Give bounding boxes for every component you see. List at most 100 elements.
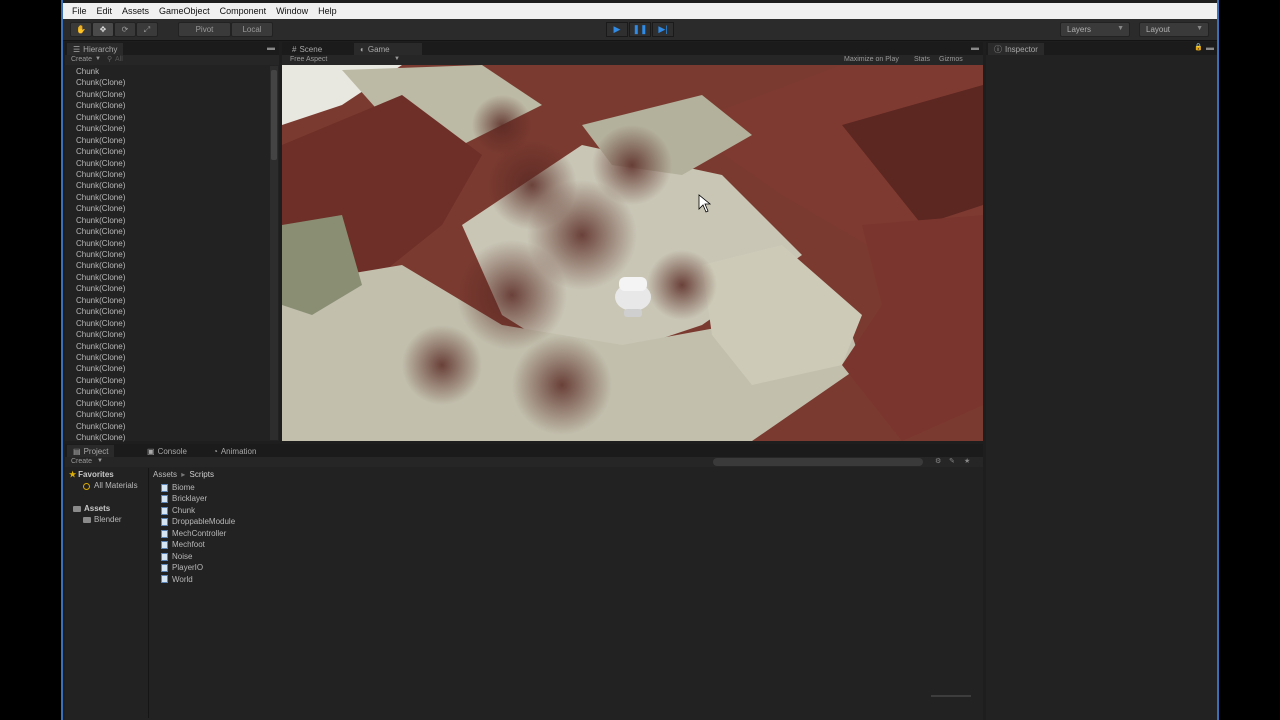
hand-tool-button[interactable]: ✋ bbox=[70, 22, 92, 37]
game-viewport[interactable] bbox=[282, 65, 983, 441]
filter-icon[interactable]: ⚙ bbox=[935, 457, 941, 465]
hierarchy-item[interactable]: Chunk(Clone) bbox=[65, 375, 270, 386]
hierarchy-item[interactable]: Chunk(Clone) bbox=[65, 169, 270, 180]
tab-game[interactable]: ◐ Game bbox=[354, 43, 422, 55]
script-file-item[interactable]: Bricklayer bbox=[161, 493, 235, 504]
star-icon[interactable]: ★ bbox=[964, 457, 970, 465]
asset-folder-label: Blender bbox=[94, 515, 122, 525]
hierarchy-item[interactable]: Chunk(Clone) bbox=[65, 192, 270, 203]
hierarchy-item[interactable]: Chunk(Clone) bbox=[65, 146, 270, 157]
label-icon[interactable]: ✎ bbox=[949, 457, 955, 465]
hierarchy-scrollbar[interactable] bbox=[270, 66, 278, 440]
favorites-header[interactable]: ★ Favorites bbox=[69, 469, 149, 480]
hierarchy-icon: ☰ bbox=[73, 44, 81, 54]
hierarchy-item[interactable]: Chunk(Clone) bbox=[65, 283, 270, 294]
favorite-item[interactable]: All Materials bbox=[69, 480, 149, 491]
lock-icon[interactable]: 🔒 bbox=[1194, 43, 1203, 51]
scrollbar-thumb[interactable] bbox=[271, 70, 277, 160]
hierarchy-item[interactable]: Chunk(Clone) bbox=[65, 295, 270, 306]
gizmos-toggle[interactable]: Gizmos bbox=[939, 56, 963, 63]
hierarchy-item[interactable]: Chunk(Clone) bbox=[65, 352, 270, 363]
script-file-item[interactable]: Noise bbox=[161, 551, 235, 562]
menu-window[interactable]: Window bbox=[271, 6, 313, 16]
hierarchy-item[interactable]: Chunk(Clone) bbox=[65, 226, 270, 237]
tab-scene[interactable]: # Scene bbox=[286, 43, 328, 55]
pivot-toggle[interactable]: Pivot bbox=[178, 22, 231, 37]
hierarchy-item[interactable]: Chunk(Clone) bbox=[65, 77, 270, 88]
hierarchy-item[interactable]: Chunk(Clone) bbox=[65, 135, 270, 146]
menu-edit[interactable]: Edit bbox=[92, 6, 118, 16]
script-file-item[interactable]: DroppableModule bbox=[161, 516, 235, 527]
hierarchy-item[interactable]: Chunk(Clone) bbox=[65, 409, 270, 420]
script-file-item[interactable]: MechController bbox=[161, 528, 235, 539]
asset-folder-item[interactable]: Blender bbox=[69, 514, 149, 525]
hierarchy-item[interactable]: Chunk(Clone) bbox=[65, 249, 270, 260]
icon-size-slider[interactable] bbox=[931, 695, 971, 697]
hierarchy-item[interactable]: Chunk(Clone) bbox=[65, 112, 270, 123]
menu-assets[interactable]: Assets bbox=[117, 6, 154, 16]
chevron-down-icon: ▼ bbox=[97, 458, 103, 464]
hierarchy-item[interactable]: Chunk(Clone) bbox=[65, 432, 270, 443]
hierarchy-item[interactable]: Chunk(Clone) bbox=[65, 318, 270, 329]
pause-icon: ❚❚ bbox=[632, 24, 648, 34]
script-file-item[interactable]: PlayerIO bbox=[161, 562, 235, 573]
hierarchy-item[interactable]: Chunk(Clone) bbox=[65, 215, 270, 226]
hierarchy-item[interactable]: Chunk(Clone) bbox=[65, 363, 270, 374]
rotate-tool-button[interactable]: ⟳ bbox=[114, 22, 136, 37]
breadcrumb-assets[interactable]: Assets bbox=[153, 470, 177, 479]
hierarchy-create-button[interactable]: Create bbox=[71, 56, 92, 63]
layers-label: Layers bbox=[1067, 25, 1092, 34]
tab-inspector[interactable]: ⓘ Inspector bbox=[988, 43, 1044, 55]
step-button[interactable]: ▶| bbox=[652, 22, 674, 37]
scale-tool-button[interactable]: ⤢ bbox=[136, 22, 158, 37]
script-file-item[interactable]: Chunk bbox=[161, 505, 235, 516]
hierarchy-item[interactable]: Chunk(Clone) bbox=[65, 89, 270, 100]
hierarchy-item[interactable]: Chunk(Clone) bbox=[65, 100, 270, 111]
move-tool-button[interactable]: ✥ bbox=[92, 22, 114, 37]
hierarchy-item[interactable]: Chunk(Clone) bbox=[65, 203, 270, 214]
script-file-item[interactable]: Biome bbox=[161, 482, 235, 493]
hierarchy-item[interactable]: Chunk(Clone) bbox=[65, 329, 270, 340]
hierarchy-item[interactable]: Chunk(Clone) bbox=[65, 238, 270, 249]
tree-divider[interactable] bbox=[148, 468, 149, 718]
hierarchy-search-input[interactable]: All bbox=[115, 56, 123, 63]
script-file-item[interactable]: World bbox=[161, 574, 235, 585]
play-button[interactable]: ▶ bbox=[606, 22, 628, 37]
hierarchy-item[interactable]: Chunk bbox=[65, 66, 270, 77]
menu-gameobject[interactable]: GameObject bbox=[154, 6, 215, 16]
maximize-on-play-toggle[interactable]: Maximize on Play bbox=[844, 56, 899, 63]
local-toggle[interactable]: Local bbox=[231, 22, 273, 37]
hierarchy-item[interactable]: Chunk(Clone) bbox=[65, 180, 270, 191]
menu-help[interactable]: Help bbox=[313, 6, 342, 16]
tab-animation[interactable]: ◔ Animation bbox=[207, 445, 262, 457]
hierarchy-item[interactable]: Chunk(Clone) bbox=[65, 398, 270, 409]
breadcrumb-scripts[interactable]: Scripts bbox=[190, 470, 214, 479]
panel-menu-icon[interactable]: ▬ bbox=[971, 43, 979, 52]
hierarchy-item[interactable]: Chunk(Clone) bbox=[65, 260, 270, 271]
script-icon bbox=[161, 518, 168, 527]
panel-menu-icon[interactable]: ▬ bbox=[267, 43, 275, 52]
menu-component[interactable]: Component bbox=[215, 6, 272, 16]
tab-project[interactable]: ▤ Project bbox=[67, 445, 115, 457]
stats-toggle[interactable]: Stats bbox=[914, 56, 930, 63]
assets-label: Assets bbox=[84, 503, 111, 513]
hierarchy-item[interactable]: Chunk(Clone) bbox=[65, 306, 270, 317]
hierarchy-item[interactable]: Chunk(Clone) bbox=[65, 421, 270, 432]
assets-header[interactable]: Assets bbox=[69, 503, 149, 514]
layout-dropdown[interactable]: Layout ▼ bbox=[1139, 22, 1209, 37]
project-search-input[interactable] bbox=[713, 458, 923, 466]
hierarchy-item[interactable]: Chunk(Clone) bbox=[65, 158, 270, 169]
script-file-item[interactable]: Mechfoot bbox=[161, 539, 235, 550]
hierarchy-item[interactable]: Chunk(Clone) bbox=[65, 123, 270, 134]
hierarchy-item[interactable]: Chunk(Clone) bbox=[65, 341, 270, 352]
hierarchy-item[interactable]: Chunk(Clone) bbox=[65, 272, 270, 283]
tab-hierarchy[interactable]: ☰ Hierarchy bbox=[67, 43, 124, 55]
tab-console[interactable]: ▣ Console bbox=[141, 445, 193, 457]
panel-menu-icon[interactable]: ▬ bbox=[1206, 43, 1214, 52]
hierarchy-item[interactable]: Chunk(Clone) bbox=[65, 386, 270, 397]
menu-file[interactable]: File bbox=[67, 6, 92, 16]
aspect-dropdown[interactable]: Free Aspect bbox=[290, 56, 327, 63]
pause-button[interactable]: ❚❚ bbox=[629, 22, 651, 37]
layers-dropdown[interactable]: Layers ▼ bbox=[1060, 22, 1130, 37]
project-create-button[interactable]: Create bbox=[71, 458, 92, 465]
